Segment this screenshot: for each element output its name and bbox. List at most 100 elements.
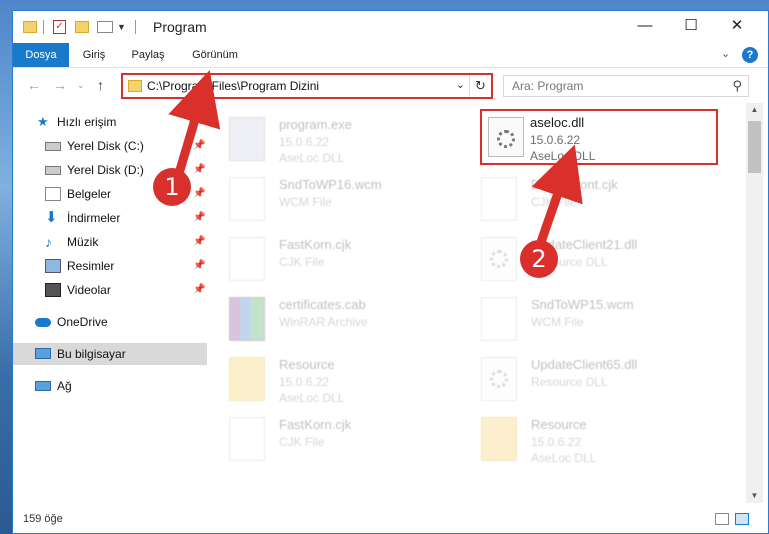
window-title: Program [153,19,207,35]
document-icon [229,237,265,281]
explorer-window: ✓ ▼ Program — ☐ ✕ Dosya Giriş Paylaş Gör… [12,10,769,534]
file-description: AseLoc DLL [279,151,345,165]
pin-icon[interactable]: 📌 [193,255,205,277]
navigation-bar: ← → ⌄ ↑ C:\Program Files\Program Dizini … [13,67,768,103]
exe-icon [229,117,265,161]
file-item[interactable]: Resource 15.0.6.22 AseLoc DLL [461,411,701,467]
file-name: Resource [279,357,335,372]
maximize-button[interactable]: ☐ [668,11,714,43]
pin-icon[interactable]: 📌 [193,135,205,157]
file-item[interactable]: SndToWP16.wcm WCM File [209,171,449,227]
file-version: 15.0.6.22 [531,435,582,449]
search-placeholder: Ara: Program [512,79,584,93]
sidebar-item-label: Hızlı erişim [57,115,117,129]
ribbon-expand-icon[interactable]: ⌄ [721,47,730,60]
file-item[interactable]: SndToWP15.wcm WCM File [461,291,701,347]
sidebar-item-downloads[interactable]: ⬇ İndirmeler 📌 [13,207,207,229]
file-name: SndToWP16.wcm [279,177,382,192]
search-icon[interactable]: ⚲ [732,78,742,94]
details-view-icon[interactable] [715,513,729,525]
file-name: DefaultFont.cjk [531,177,618,192]
folder-icon [229,357,265,401]
properties-check-icon[interactable]: ✓ [53,20,66,34]
sidebar-item-quick-access[interactable]: ★ Hızlı erişim [13,111,207,133]
refresh-icon[interactable]: ↻ [469,75,491,97]
file-item[interactable]: Resource 15.0.6.22 AseLoc DLL [209,351,449,407]
file-name: SndToWP15.wcm [531,297,634,312]
pin-icon[interactable]: 📌 [193,183,205,205]
sidebar-item-videos[interactable]: Videolar 📌 [13,279,207,301]
file-item[interactable]: certificates.cab WinRAR Archive [209,291,449,347]
highlighted-file-item[interactable]: aseloc.dll 15.0.6.22 AseLoc DLL [480,109,718,165]
pin-icon[interactable]: 📌 [193,279,205,301]
tab-view[interactable]: Görünüm [183,43,247,67]
file-type: CJK File [531,195,577,209]
music-icon: ♪ [45,234,52,250]
file-item[interactable]: UpdateClient21.dll Resource DLL [461,231,701,287]
downloads-icon: ⬇ [45,209,58,226]
file-type: WinRAR Archive [279,315,368,329]
new-folder-icon[interactable] [75,21,89,33]
item-count: 159 öğe [23,513,63,525]
navigation-pane: ★ Hızlı erişim Yerel Disk (C:) 📌 Yerel D… [13,103,207,503]
status-bar: 159 öğe [13,503,768,533]
pin-icon[interactable]: 📌 [193,231,205,253]
sidebar-item-disk-c[interactable]: Yerel Disk (C:) 📌 [13,135,207,157]
document-icon [229,417,265,461]
back-arrow-icon[interactable]: ← [27,77,41,93]
pin-icon[interactable]: 📌 [193,207,205,229]
customize-toolbar-icon[interactable]: ▼ [117,22,126,38]
network-icon [35,381,51,391]
tab-home[interactable]: Giriş [75,43,113,67]
forward-arrow-icon[interactable]: → [53,77,67,93]
sidebar-item-pictures[interactable]: Resimler 📌 [13,255,207,277]
address-bar[interactable]: C:\Program Files\Program Dizini ⌄ ↻ [121,73,493,99]
file-name: program.exe [279,117,352,132]
file-item[interactable]: program.exe 15.0.6.22 AseLoc DLL [209,111,449,167]
file-name: FastKorn.cjk [279,417,352,432]
document-icon [481,177,517,221]
sidebar-item-this-pc[interactable]: Bu bilgisayar [13,343,207,365]
file-item[interactable]: DefaultFont.cjk CJK File [461,171,701,227]
file-item[interactable]: UpdateClient65.dll Resource DLL [461,351,701,407]
sidebar-item-label: Belgeler [67,187,112,201]
drive-icon [45,166,61,175]
sidebar-item-onedrive[interactable]: OneDrive [13,311,207,333]
recent-locations-icon[interactable]: ⌄ [77,80,85,91]
address-path[interactable]: C:\Program Files\Program Dizini [147,79,319,93]
sidebar-item-music[interactable]: ♪ Müzik 📌 [13,231,207,253]
gear-icon [497,130,515,148]
computer-icon [35,348,51,359]
file-item[interactable]: FastKorn.cjk CJK File [209,231,449,287]
close-button[interactable]: ✕ [714,11,760,43]
help-icon[interactable]: ? [742,47,758,63]
file-item[interactable]: FastKorn.cjk CJK File [209,411,449,467]
search-input[interactable]: Ara: Program ⚲ [503,75,749,97]
sidebar-item-label: Ağ [57,379,72,393]
callout-number-two: 2 [520,240,558,278]
large-icons-view-icon[interactable] [735,513,749,525]
view-properties-icon[interactable] [97,21,113,33]
vertical-scrollbar[interactable]: ▲ ▼ [746,103,763,503]
pin-icon[interactable]: 📌 [193,159,205,181]
folder-icon [128,80,142,92]
documents-icon [45,187,61,201]
file-description: AseLoc DLL [279,391,345,405]
sidebar-item-network[interactable]: Ağ [13,375,207,397]
gear-icon [490,370,508,388]
minimize-button[interactable]: — [622,11,668,43]
tab-file[interactable]: Dosya [13,43,69,67]
title-bar: ✓ ▼ Program — ☐ ✕ [13,11,768,43]
chevron-down-icon[interactable]: ⌄ [456,78,465,91]
sidebar-item-label: Müzik [67,235,99,249]
scroll-thumb[interactable] [748,121,761,173]
folder-icon[interactable] [23,21,37,33]
scroll-up-icon[interactable]: ▲ [746,103,763,117]
scroll-down-icon[interactable]: ▼ [746,489,763,503]
tab-share[interactable]: Paylaş [123,43,173,67]
document-icon [481,297,517,341]
file-name: Resource [531,417,587,432]
sidebar-item-label: Bu bilgisayar [57,347,126,361]
sidebar-item-label: İndirmeler [67,211,121,225]
up-arrow-icon[interactable]: ↑ [97,77,104,93]
